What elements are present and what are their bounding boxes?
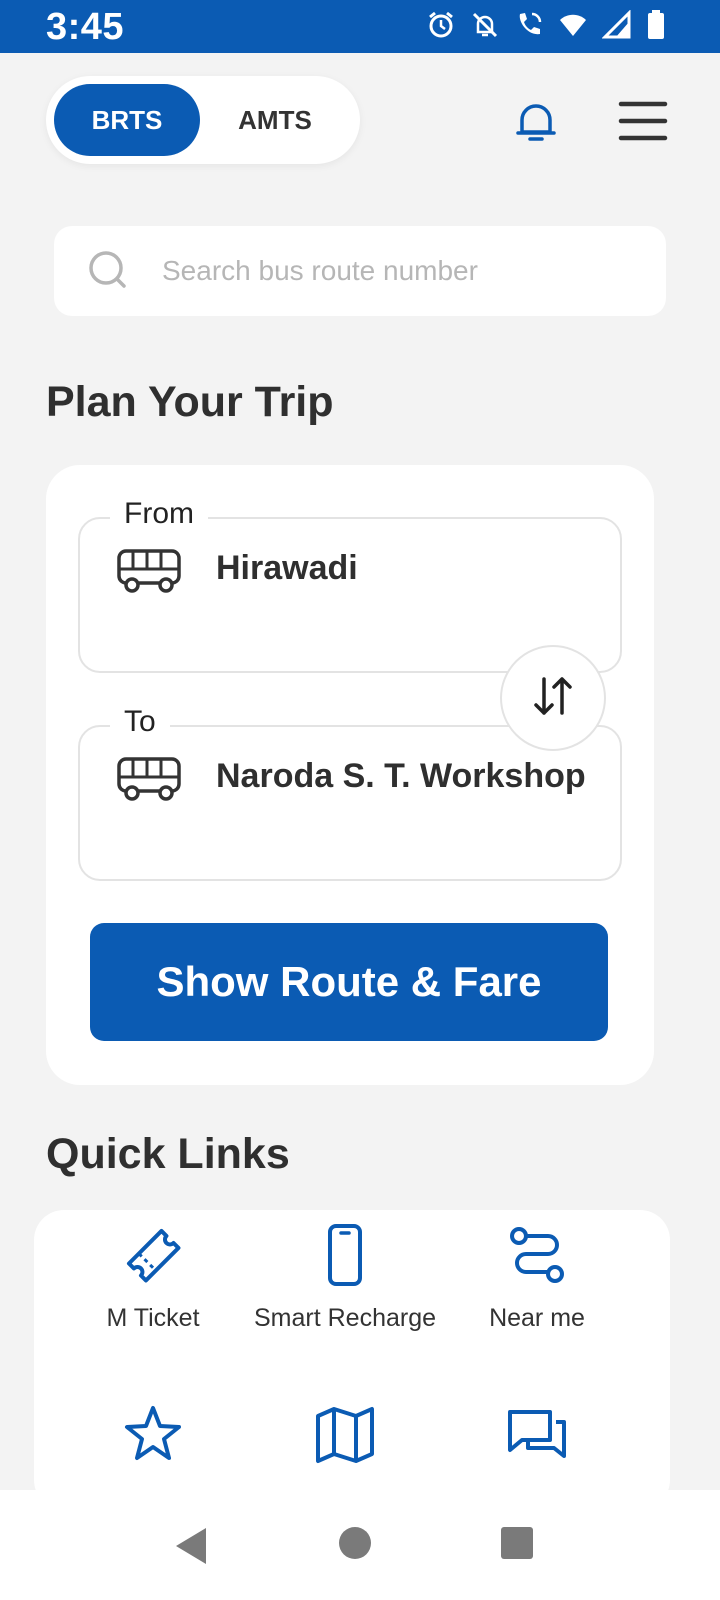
alarm-icon (426, 10, 456, 40)
map-icon (316, 1407, 374, 1463)
status-icons (426, 9, 666, 40)
bus-icon (116, 547, 182, 595)
to-location-value: Naroda S. T. Workshop (216, 757, 586, 795)
chat-icon (508, 1410, 566, 1458)
quick-link-map[interactable] (240, 1400, 450, 1470)
quick-link-feedback[interactable] (432, 1400, 642, 1470)
trip-planner-card: From Hirawadi To Naroda S. T. Workshop S… (46, 465, 654, 1085)
star-icon (125, 1406, 181, 1460)
back-icon[interactable] (172, 1526, 210, 1571)
quick-link-label: Smart Recharge (253, 1304, 437, 1332)
show-route-fare-button[interactable]: Show Route & Fare (90, 923, 608, 1041)
search-icon (86, 248, 134, 296)
status-bar: 3:45 (0, 0, 720, 53)
quick-link-label: M Ticket (106, 1304, 200, 1332)
transit-mode-toggle: BRTS AMTS (46, 76, 360, 164)
to-label: To (110, 705, 170, 739)
bell-icon[interactable] (510, 96, 562, 148)
toggle-amts[interactable]: AMTS (202, 84, 348, 156)
home-icon[interactable] (338, 1526, 372, 1565)
wifi-calling-icon (514, 10, 544, 40)
system-nav-bar (0, 1490, 720, 1600)
from-location-value: Hirawadi (216, 549, 358, 587)
smart-card-icon (328, 1224, 362, 1286)
quick-link-near-me[interactable]: Near me (432, 1220, 642, 1336)
notifications-off-icon (470, 10, 500, 40)
battery-icon (646, 10, 666, 40)
section-title-quick-links: Quick Links (46, 1130, 290, 1178)
toggle-brts[interactable]: BRTS (54, 84, 200, 156)
section-title-plan-trip: Plan Your Trip (46, 378, 334, 426)
swap-locations-button[interactable] (500, 645, 606, 751)
wifi-icon (558, 10, 588, 40)
route-search-bar (54, 226, 666, 316)
quick-link-label: Near me (489, 1304, 585, 1332)
quick-link-m-ticket[interactable]: M Ticket (48, 1220, 258, 1336)
quick-link-smart-recharge[interactable]: Smart Recharge (240, 1220, 450, 1336)
hamburger-menu-icon[interactable] (618, 100, 668, 142)
quick-link-favorites[interactable] (48, 1400, 258, 1470)
signal-icon (601, 9, 632, 40)
bus-icon (116, 755, 182, 803)
status-time: 3:45 (46, 6, 125, 48)
quick-links-card: M Ticket Smart Recharge Near me (34, 1210, 670, 1510)
search-input[interactable] (162, 246, 632, 296)
recents-icon[interactable] (500, 1526, 534, 1565)
from-label: From (110, 497, 208, 531)
route-icon (510, 1227, 564, 1283)
ticket-icon (126, 1228, 181, 1283)
swap-arrows-icon (530, 673, 576, 724)
